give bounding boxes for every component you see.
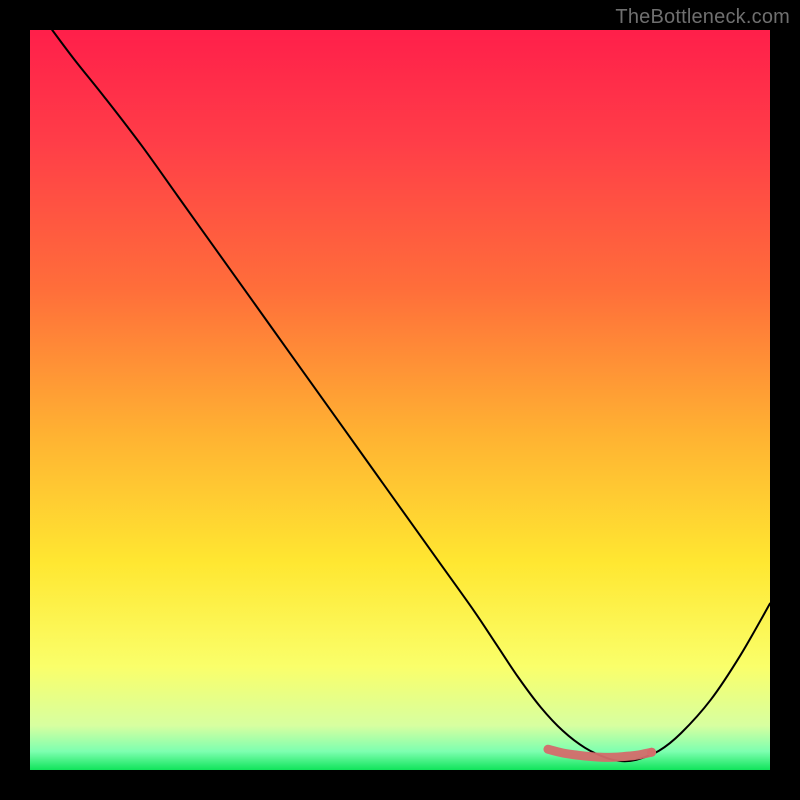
chart-frame: TheBottleneck.com — [0, 0, 800, 800]
minimum-band — [548, 749, 652, 757]
plot-area — [30, 30, 770, 770]
minimum-endpoint — [647, 748, 656, 757]
attribution-label: TheBottleneck.com — [615, 6, 790, 29]
bottleneck-curve — [52, 30, 770, 761]
chart-overlay — [30, 30, 770, 770]
